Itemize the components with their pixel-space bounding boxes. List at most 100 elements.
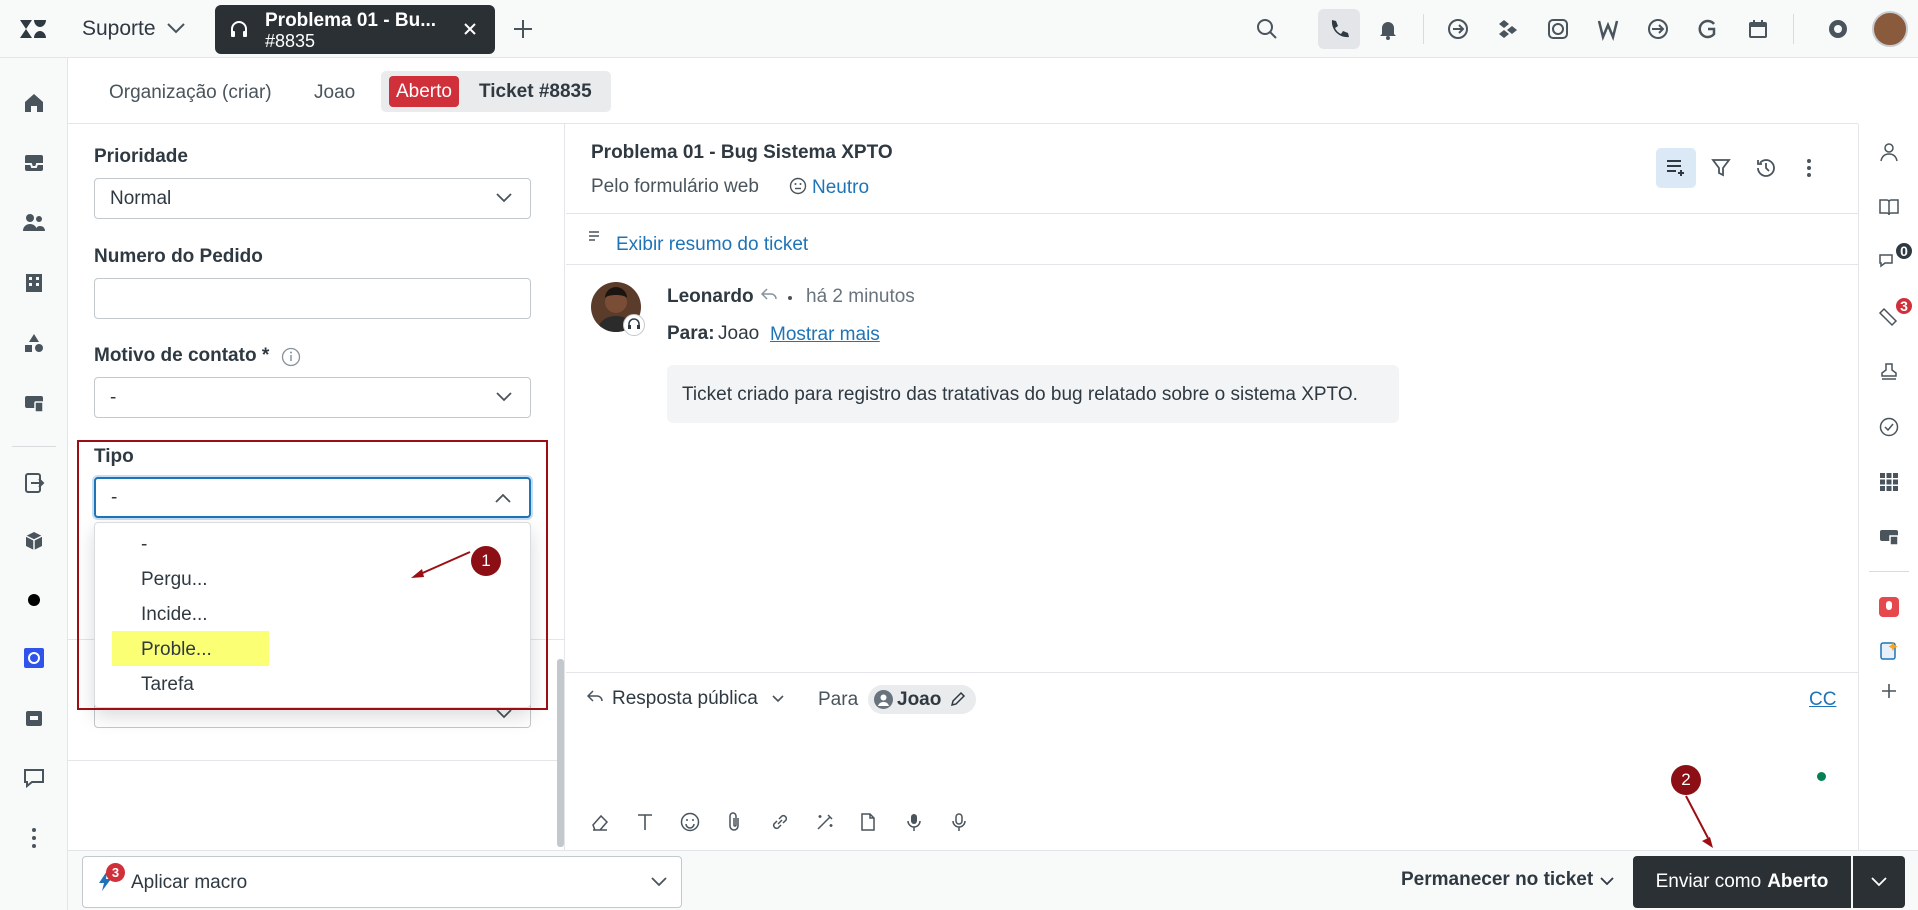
reply-mode-select[interactable]: Resposta pública	[612, 688, 758, 710]
attachment-icon[interactable]	[726, 812, 742, 832]
filter-icon[interactable]	[1711, 158, 1731, 178]
breadcrumb-user[interactable]: Joao	[314, 82, 355, 104]
submit-button[interactable]: Enviar como Aberto	[1633, 856, 1851, 908]
priority-select[interactable]: Normal	[94, 178, 531, 219]
help-lifebuoy-icon[interactable]	[1823, 14, 1853, 44]
message-bubble: Ticket criado para registro das tratativ…	[667, 365, 1399, 423]
microphone-icon[interactable]	[951, 812, 967, 832]
search-icon[interactable]	[1252, 14, 1282, 44]
recipient-pill[interactable]: Joao	[868, 685, 976, 714]
reply-textarea[interactable]	[591, 722, 1851, 774]
phone-icon[interactable]	[1318, 9, 1360, 49]
robot-icon[interactable]	[19, 703, 49, 733]
order-number-input[interactable]	[94, 278, 531, 319]
add-tab-icon[interactable]	[512, 18, 534, 40]
link-icon[interactable]	[770, 812, 790, 832]
check-circle-icon[interactable]	[1874, 412, 1904, 442]
conversations-icon[interactable]: 0	[1874, 241, 1914, 277]
customers-icon[interactable]	[19, 208, 49, 238]
blue-app-icon[interactable]	[19, 643, 49, 673]
text-format-icon[interactable]	[636, 812, 654, 832]
app-grammarly-icon[interactable]	[1693, 14, 1723, 44]
voice-app-icon[interactable]	[1874, 592, 1904, 622]
app-forward-icon[interactable]	[1443, 14, 1473, 44]
user-icon	[874, 690, 893, 709]
conversation-list-icon[interactable]	[1656, 148, 1696, 188]
breadcrumb-organization[interactable]: Organização (criar)	[109, 82, 272, 104]
tab-ticket-8835[interactable]: Problema 01 - Bu... #8835	[215, 5, 495, 54]
show-summary-link[interactable]: Exibir resumo do ticket	[616, 234, 808, 256]
dot-app-icon[interactable]	[19, 585, 49, 615]
reports-card-icon[interactable]	[1874, 522, 1904, 552]
chevron-down-icon	[496, 392, 512, 402]
chevron-down-icon[interactable]	[772, 695, 784, 703]
to-label: Para:	[667, 323, 715, 344]
rail-divider	[1869, 571, 1909, 572]
exit-app-icon[interactable]	[19, 468, 49, 498]
cube-icon[interactable]	[19, 526, 49, 556]
annotation-arrow-icon	[1685, 795, 1713, 848]
workspace-switcher[interactable]: Suporte	[82, 17, 156, 41]
apply-macro-select[interactable]: 3 Aplicar macro	[82, 856, 682, 908]
breadcrumb-ticket[interactable]: Aberto Ticket #8835	[381, 71, 611, 112]
agent-headset-icon	[623, 314, 645, 336]
more-vertical-icon[interactable]	[19, 823, 49, 853]
toolbar-divider	[1793, 14, 1794, 44]
contact-reason-select[interactable]: -	[94, 377, 531, 418]
more-vertical-icon[interactable]	[1806, 158, 1812, 178]
eraser-icon[interactable]	[590, 812, 610, 832]
edit-pencil-icon[interactable]	[950, 691, 966, 707]
annotation-step-2: 2	[1671, 765, 1701, 795]
notifications-bell-icon[interactable]	[1373, 14, 1403, 44]
zendesk-logo-icon[interactable]	[18, 14, 48, 44]
online-status-dot	[1817, 772, 1826, 781]
app-redirect-icon[interactable]	[1643, 14, 1673, 44]
history-icon[interactable]	[1755, 157, 1777, 179]
show-more-link[interactable]: Mostrar mais	[770, 324, 880, 346]
conversation-pane: Problema 01 - Bug Sistema XPTO Pelo form…	[566, 124, 1858, 850]
chevron-down-icon[interactable]	[1600, 877, 1614, 886]
headset-icon	[229, 20, 249, 40]
add-app-icon[interactable]	[1874, 676, 1904, 706]
info-icon[interactable]	[281, 347, 301, 367]
app-calendar-icon[interactable]	[1743, 14, 1773, 44]
ai-sparkle-app-icon[interactable]	[1874, 636, 1904, 666]
pane-scrollbar[interactable]	[557, 659, 564, 847]
cc-link[interactable]: CC	[1809, 689, 1836, 711]
ticket-channel: Pelo formulário web	[591, 176, 759, 197]
section-divider	[68, 760, 565, 761]
sentiment-link[interactable]: Neutro	[812, 177, 869, 199]
chevron-down-icon	[496, 709, 512, 719]
nav-divider	[12, 446, 56, 447]
close-tab-icon[interactable]	[462, 21, 478, 37]
summary-list-icon	[588, 230, 604, 244]
chat-count-badge: 0	[1894, 241, 1914, 261]
magic-wand-icon[interactable]	[815, 812, 835, 832]
organizations-icon[interactable]	[19, 268, 49, 298]
submit-options-button[interactable]	[1853, 856, 1905, 908]
stamp-icon[interactable]	[1874, 357, 1904, 387]
divider	[566, 672, 1858, 673]
knowledge-book-icon[interactable]	[1874, 192, 1904, 222]
user-profile-icon[interactable]	[1874, 137, 1904, 167]
apps-grid-icon[interactable]	[1874, 467, 1904, 497]
app-whatsapp-icon[interactable]	[1543, 14, 1573, 44]
stay-on-ticket-select[interactable]: Permanecer no ticket	[1401, 869, 1593, 891]
toolbar-divider	[1423, 14, 1424, 44]
author-name[interactable]: Leonardo	[667, 286, 754, 308]
home-icon[interactable]	[19, 88, 49, 118]
app-grid-icon[interactable]	[1493, 14, 1523, 44]
document-icon[interactable]	[860, 812, 876, 832]
inbox-icon[interactable]	[19, 148, 49, 178]
microphone-icon[interactable]	[906, 812, 922, 832]
shapes-icon[interactable]	[19, 328, 49, 358]
emoji-icon[interactable]	[680, 812, 700, 832]
submit-status: Aberto	[1767, 871, 1829, 892]
breadcrumb: Organização (criar) Joao Aberto Ticket #…	[68, 58, 1858, 124]
user-avatar[interactable]	[1872, 11, 1908, 47]
ticket-icon[interactable]: 3	[1874, 296, 1914, 332]
chat-icon[interactable]	[19, 763, 49, 793]
reports-icon[interactable]	[19, 388, 49, 418]
app-w-icon[interactable]	[1593, 14, 1623, 44]
chevron-down-icon[interactable]	[166, 22, 186, 34]
